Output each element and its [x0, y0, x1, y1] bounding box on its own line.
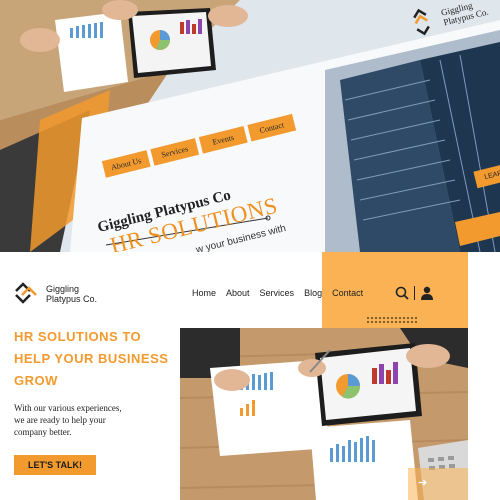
preview-nav-services: Services [150, 138, 200, 166]
hero-headline-line-1: HR SOLUTIONS TO [14, 329, 142, 344]
logo-line-1: Giggling [46, 284, 80, 294]
user-icon[interactable] [420, 286, 434, 300]
website-homepage: Giggling Platypus Co. Home About Service… [0, 252, 500, 500]
logo-text[interactable]: Giggling Platypus Co. [46, 284, 97, 304]
hero-headline-line-3: GROW [14, 373, 58, 388]
search-icon[interactable] [395, 286, 409, 300]
hero-headline-line-2: HELP YOUR BUSINESS [14, 351, 169, 366]
preview-nav-contact: Contact [247, 113, 297, 142]
hero-description: With our various experiences, we are rea… [14, 402, 174, 438]
nav-services[interactable]: Services [260, 288, 295, 298]
hero-photo [180, 328, 468, 500]
nav-about[interactable]: About [226, 288, 250, 298]
main-navigation: Home About Services Blog Contact [192, 288, 363, 298]
nav-blog[interactable]: Blog [304, 288, 322, 298]
header-divider [414, 286, 415, 300]
preview-nav-events: Events [198, 125, 248, 154]
lets-talk-button[interactable]: LET'S TALK! [14, 455, 96, 475]
preview-nav-about: About Us [101, 150, 151, 178]
arrow-right-icon[interactable]: ➔ [418, 477, 432, 489]
nav-home[interactable]: Home [192, 288, 216, 298]
website-preview-mockup: About Us Services Events Contact Gigglin… [0, 0, 500, 252]
decorative-dot-grid [367, 317, 417, 323]
nav-contact[interactable]: Contact [332, 288, 363, 298]
logo-icon[interactable] [14, 282, 38, 304]
logo-line-2: Platypus Co. [46, 294, 98, 304]
hero-description-line-3: company better. [14, 427, 72, 437]
hero-description-line-1: With our various experiences, [14, 403, 122, 413]
hero-description-line-2: we are ready to help your [14, 415, 106, 425]
hero-headline: HR SOLUTIONS TO HELP YOUR BUSINESS GROW [14, 326, 189, 392]
